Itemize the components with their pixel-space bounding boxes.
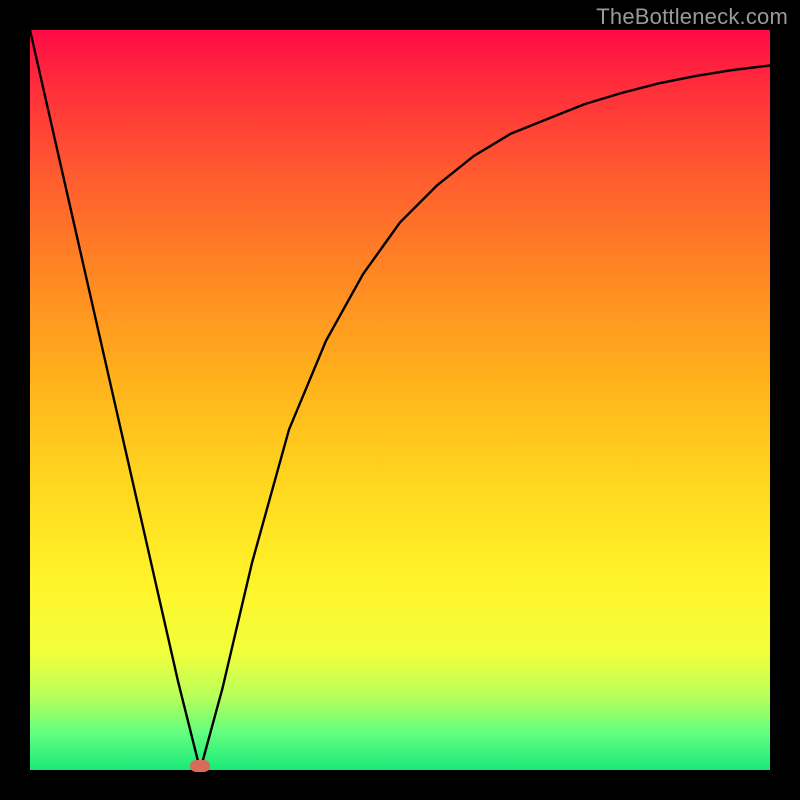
chart-frame: TheBottleneck.com (0, 0, 800, 800)
curve-layer (30, 30, 770, 770)
optimum-marker (190, 760, 210, 772)
watermark-text: TheBottleneck.com (596, 4, 788, 30)
chart-curve (30, 30, 770, 770)
plot-area (30, 30, 770, 770)
